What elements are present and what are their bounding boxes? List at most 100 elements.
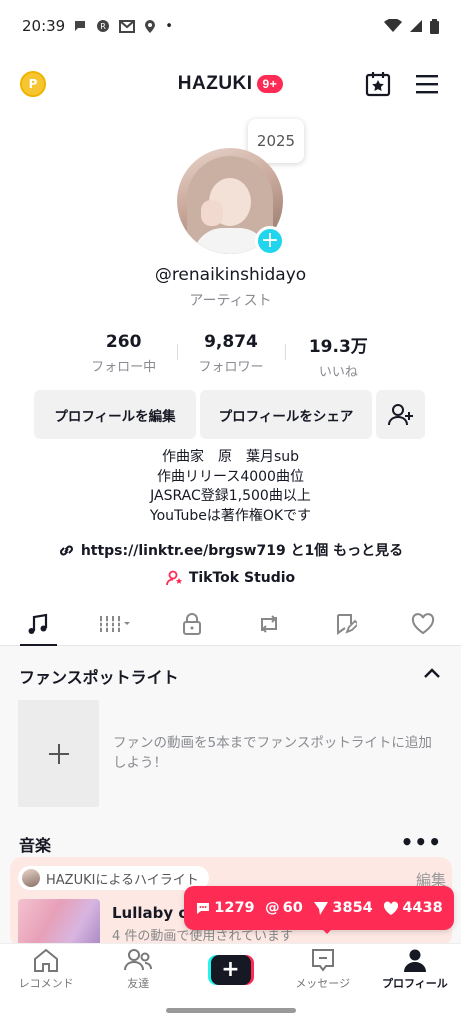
counter-pill-tail bbox=[319, 926, 335, 934]
stat-number: 19.3万 bbox=[308, 337, 368, 357]
nav-profile-label: プロフィール bbox=[382, 977, 448, 990]
friends-icon bbox=[124, 949, 153, 971]
message-icon bbox=[311, 949, 334, 972]
nav-inbox[interactable]: メッセージ bbox=[277, 944, 369, 995]
home-icon bbox=[34, 948, 59, 972]
bio-line: 作曲リリース4000曲位 bbox=[157, 468, 304, 485]
location-icon bbox=[145, 20, 156, 33]
wifi-icon bbox=[384, 19, 402, 32]
comment-icon bbox=[197, 902, 210, 914]
comments-count: 1279 bbox=[214, 900, 255, 916]
share-profile-button[interactable]: プロフィールをシェア bbox=[200, 390, 372, 439]
add-friend-button[interactable] bbox=[376, 390, 425, 439]
stat-label: フォロー中 bbox=[91, 360, 157, 375]
battery-icon bbox=[430, 18, 439, 34]
heart-filled-icon bbox=[384, 901, 399, 915]
tab-reposts[interactable] bbox=[230, 602, 307, 645]
avatar-hand bbox=[201, 200, 223, 226]
status-left: 20:39 R • bbox=[22, 17, 173, 35]
nav-home[interactable]: レコメンド bbox=[0, 944, 92, 995]
studio-icon bbox=[165, 570, 182, 586]
profile-actions: プロフィールを編集 プロフィールをシェア bbox=[34, 390, 427, 439]
chevron-up-icon[interactable] bbox=[423, 666, 441, 680]
music-section-title: 音楽 bbox=[19, 836, 52, 855]
add-story-icon[interactable]: + bbox=[255, 226, 285, 256]
nav-home-label: レコメンド bbox=[18, 977, 74, 990]
content-tabs bbox=[0, 602, 461, 646]
bottom-nav: レコメンド 友達 + メッセージ プロフィール bbox=[0, 943, 461, 995]
stat-label: いいね bbox=[318, 365, 358, 380]
status-right bbox=[384, 18, 439, 34]
nav-friends-label: 友達 bbox=[127, 977, 150, 990]
nav-profile[interactable]: プロフィール bbox=[369, 944, 461, 995]
coin-icon[interactable]: P bbox=[20, 71, 46, 97]
shares-counter: 3854 bbox=[313, 900, 373, 916]
app-badge-icon: R bbox=[97, 20, 110, 32]
signal-icon bbox=[410, 20, 422, 32]
fan-spotlight-title: ファンスポットライト bbox=[19, 668, 179, 687]
tab-favorites[interactable] bbox=[307, 602, 384, 645]
plus-icon: + bbox=[210, 954, 251, 985]
avatar-container[interactable]: + bbox=[177, 148, 285, 256]
more-options-icon[interactable]: ••• bbox=[401, 830, 442, 854]
music-note-icon bbox=[28, 613, 48, 634]
account-name: HAZUKI bbox=[177, 73, 253, 94]
chat-bubble-icon bbox=[75, 21, 86, 31]
add-fan-video-button[interactable] bbox=[18, 700, 99, 807]
calendar-star-icon[interactable] bbox=[365, 71, 391, 97]
stat-followers[interactable]: 9,874 フォロワー bbox=[177, 332, 284, 378]
profile-stats: 260 フォロー中 9,874 フォロワー 19.3万 いいね bbox=[70, 332, 392, 380]
song-title[interactable]: Lullaby o bbox=[112, 904, 189, 922]
grid-dropdown-icon bbox=[99, 615, 131, 632]
highlight-label-text: HAZUKIによるハイライト bbox=[46, 872, 199, 888]
mini-avatar bbox=[22, 869, 40, 887]
tab-music[interactable] bbox=[0, 602, 77, 646]
profile-link[interactable]: https://linktr.ee/brgsw719 と1個 もっと見る bbox=[0, 540, 461, 560]
nav-friends[interactable]: 友達 bbox=[92, 944, 184, 995]
status-bar: 20:39 R • bbox=[0, 0, 461, 52]
tab-videos[interactable] bbox=[77, 602, 154, 645]
bio: 作曲家 原 葉月sub 作曲リリース4000曲位 JASRAC登録1,500曲以… bbox=[0, 448, 461, 526]
nav-inbox-label: メッセージ bbox=[295, 977, 351, 990]
add-person-icon bbox=[387, 403, 413, 425]
account-switcher[interactable]: HAZUKI 9+ bbox=[177, 73, 284, 95]
stat-likes[interactable]: 19.3万 いいね bbox=[284, 332, 392, 380]
edit-profile-button[interactable]: プロフィールを編集 bbox=[34, 390, 196, 439]
tab-liked[interactable] bbox=[384, 602, 461, 645]
at-icon: @ bbox=[265, 900, 280, 916]
username: @renaikinshidayo bbox=[154, 265, 307, 285]
likes-count: 4438 bbox=[402, 900, 443, 916]
home-indicator[interactable] bbox=[166, 1008, 296, 1013]
fan-spotlight-description: ファンの動画を5本までファンスポットライトに追加しよう！ bbox=[113, 735, 432, 771]
link-icon bbox=[59, 545, 73, 555]
nav-create[interactable]: + bbox=[184, 944, 276, 995]
status-notification-icons: R • bbox=[73, 19, 173, 34]
stat-following[interactable]: 260 フォロー中 bbox=[70, 332, 177, 378]
lock-icon bbox=[183, 612, 202, 635]
svg-text:R: R bbox=[100, 22, 106, 31]
shares-count: 3854 bbox=[332, 900, 373, 916]
heart-icon bbox=[411, 612, 434, 634]
comments-counter: 1279 bbox=[195, 900, 255, 916]
plus-icon bbox=[48, 743, 69, 764]
profile-link-text: https://linktr.ee/brgsw719 と1個 もっと見る bbox=[80, 543, 404, 559]
studio-label: TikTok Studio bbox=[188, 570, 296, 586]
menu-icon[interactable] bbox=[415, 73, 439, 95]
bio-line: 作曲家 原 葉月sub bbox=[161, 449, 300, 465]
tiktok-studio-link[interactable]: TikTok Studio bbox=[0, 570, 461, 586]
role-label: アーティスト bbox=[189, 293, 272, 309]
stat-number: 9,874 bbox=[204, 332, 258, 352]
stat-number: 260 bbox=[105, 332, 142, 352]
stat-label: フォロワー bbox=[198, 360, 264, 375]
activity-counter-pill[interactable]: 1279 @ 60 3854 4438 bbox=[184, 886, 454, 930]
likes-counter: 4438 bbox=[383, 900, 443, 916]
tab-private[interactable] bbox=[154, 602, 231, 645]
highlight-label: HAZUKIによるハイライト bbox=[18, 866, 209, 890]
bio-line: JASRAC登録1,500曲以上 bbox=[150, 488, 311, 504]
bookmark-edit-icon bbox=[336, 613, 357, 635]
mail-icon bbox=[119, 19, 136, 33]
song-thumbnail bbox=[18, 899, 100, 947]
create-button[interactable]: + bbox=[207, 954, 254, 985]
profile-icon bbox=[403, 949, 426, 972]
mentions-counter: @ 60 bbox=[265, 900, 303, 916]
